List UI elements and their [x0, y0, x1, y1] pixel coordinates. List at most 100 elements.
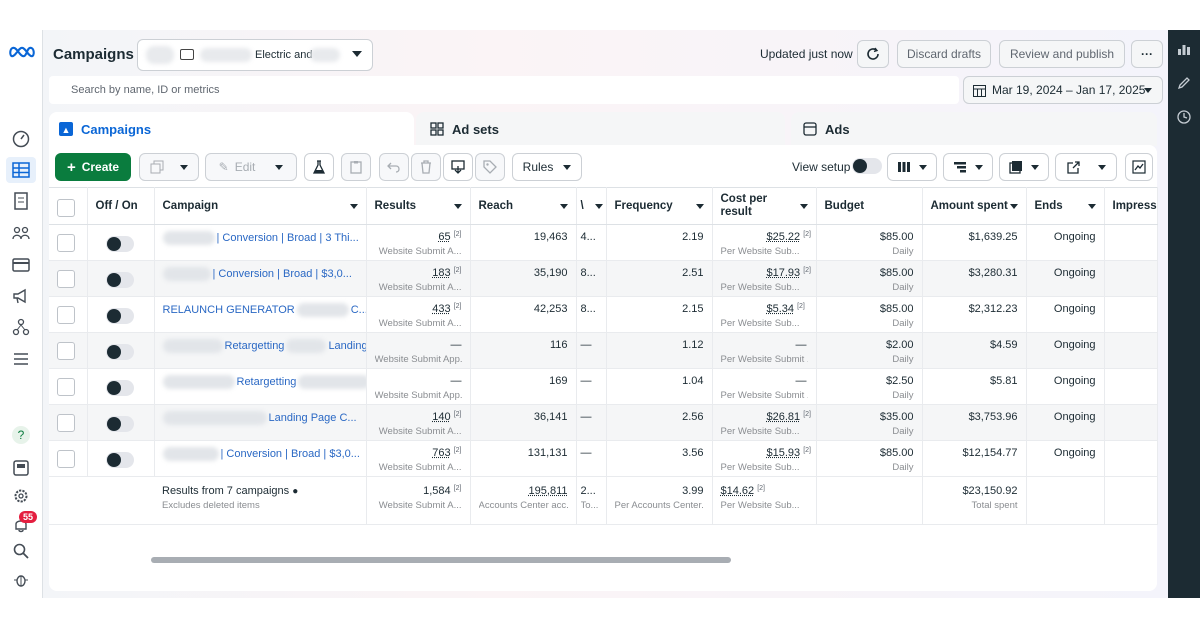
table-row[interactable]: | Conversion | Broad | 3 Thi... 65 [2] Web… [49, 224, 1158, 261]
campaign-name-cell[interactable]: RetargettingLandin... [154, 368, 367, 405]
campaign-toggle[interactable] [105, 236, 134, 252]
budget-sub: Daily [892, 354, 914, 365]
tag-button[interactable] [475, 153, 505, 181]
spent-cell: $5.81 [922, 368, 1027, 405]
audiences-icon[interactable] [10, 222, 32, 244]
campaign-toggle[interactable] [105, 308, 134, 324]
col-budget[interactable]: Budget [816, 187, 923, 225]
campaign-toggle[interactable] [105, 380, 134, 396]
campaign-toggle[interactable] [105, 272, 134, 288]
columns-button[interactable] [887, 153, 937, 181]
tab-ad-sets[interactable]: Ad sets [416, 112, 785, 146]
info-icon[interactable]: ● [292, 486, 298, 497]
share-button[interactable] [1055, 153, 1117, 181]
campaign-name-cell[interactable]: RELAUNCH GENERATOR C... [154, 296, 367, 333]
campaign-name-cell[interactable]: Retargetting Landing Page... [154, 332, 367, 369]
view-setup-toggle[interactable] [852, 158, 882, 174]
col-campaign[interactable]: Campaign [154, 187, 367, 225]
menu-icon[interactable] [10, 348, 32, 370]
tab-campaigns[interactable]: ▲ Campaigns [49, 112, 414, 146]
row-checkbox[interactable] [57, 306, 75, 324]
row-checkbox[interactable] [57, 234, 75, 252]
campaign-toggle[interactable] [105, 452, 134, 468]
clipboard-button[interactable] [341, 153, 371, 181]
account-selector[interactable]: Electric and [137, 39, 373, 71]
ab-test-button[interactable] [304, 153, 334, 181]
campaign-toggle[interactable] [105, 344, 134, 360]
table-row[interactable]: Retargetting Landing Page... — Website Subm… [49, 332, 1158, 369]
impressions-cell [1104, 296, 1158, 333]
refresh-button[interactable] [857, 40, 889, 68]
create-button[interactable]: + Create [55, 153, 131, 181]
discard-drafts-button[interactable]: Discard drafts [897, 40, 991, 68]
bug-report-icon[interactable] [10, 569, 32, 591]
col-narrow[interactable]: \ [576, 187, 607, 225]
campaign-name-cell[interactable]: | Conversion | Broad | 3 Thi... [154, 224, 367, 261]
campaigns-table-icon[interactable] [6, 157, 36, 183]
horizontal-scrollbar[interactable] [151, 557, 731, 563]
table-row[interactable]: Landing Page C... 140 [2] Website Submit A… [49, 404, 1158, 441]
table-row[interactable]: RetargettingLandin... — Website Submit App… [49, 368, 1158, 405]
campaign-name-link[interactable]: Landing Page C... [269, 412, 357, 424]
campaign-name-tail[interactable]: Landing Page... [328, 340, 365, 352]
col-cost-per-result[interactable]: Cost per result [712, 187, 817, 225]
breakdown-button[interactable] [943, 153, 993, 181]
dashboard-gauge-icon[interactable] [10, 128, 32, 150]
campaign-name-link[interactable]: | Conversion | Broad | $3,0... [221, 448, 360, 460]
edit-button[interactable]: ✎ Edit [205, 153, 297, 181]
campaign-name-link[interactable]: Retargetting [237, 376, 297, 388]
col-results[interactable]: Results [366, 187, 471, 225]
reports-button[interactable] [999, 153, 1049, 181]
date-range-picker[interactable]: Mar 19, 2024 – Jan 17, 2025 [963, 76, 1163, 104]
campaign-name-link[interactable]: RELAUNCH GENERATOR [163, 304, 295, 316]
select-all-checkbox[interactable] [57, 198, 75, 217]
history-clock-icon[interactable] [1176, 110, 1192, 126]
col-reach[interactable]: Reach [470, 187, 577, 225]
campaign-toggle[interactable] [105, 416, 134, 432]
chart-button[interactable] [1125, 153, 1153, 181]
delete-button[interactable] [411, 153, 441, 181]
campaign-name-cell[interactable]: | Conversion | Broad | $3,0... [154, 260, 367, 297]
megaphone-icon[interactable] [10, 285, 32, 307]
campaign-name-link[interactable]: | Conversion | Broad | 3 Thi... [217, 232, 359, 244]
table-row[interactable]: RELAUNCH GENERATOR C... 433 [2] Website Sub… [49, 296, 1158, 333]
settings-gear-icon[interactable] [10, 485, 32, 507]
chevron-down-icon [919, 164, 927, 170]
col-impressions[interactable]: Impressio [1104, 187, 1158, 225]
help-icon[interactable]: ? [10, 424, 32, 446]
row-checkbox[interactable] [57, 414, 75, 432]
pages-icon[interactable] [10, 190, 32, 212]
ends-value: Ongoing [1053, 447, 1096, 459]
campaign-name-link[interactable]: Retargetting [225, 340, 285, 352]
col-ends[interactable]: Ends [1026, 187, 1105, 225]
bar-chart-icon[interactable] [1176, 42, 1192, 58]
totals-frequency: 3.99 Per Accounts Center... [606, 476, 713, 525]
col-frequency[interactable]: Frequency [606, 187, 713, 225]
integrations-icon[interactable] [10, 316, 32, 338]
undo-button[interactable] [379, 153, 409, 181]
rules-button[interactable]: Rules [512, 153, 582, 181]
spent-value: $3,280.31 [968, 267, 1018, 279]
search-input[interactable] [49, 76, 929, 104]
campaign-name-cell[interactable]: | Conversion | Broad | $3,0... [154, 440, 367, 477]
table-row[interactable]: | Conversion | Broad | $3,0... 183 [2] Web… [49, 260, 1158, 297]
duplicate-button[interactable] [139, 153, 199, 181]
col-amount-spent[interactable]: Amount spent [922, 187, 1027, 225]
billing-card-icon[interactable] [10, 254, 32, 276]
review-publish-button[interactable]: Review and publish [999, 40, 1125, 68]
row-checkbox[interactable] [57, 378, 75, 396]
meta-logo-icon[interactable] [8, 42, 36, 62]
campaign-name-link[interactable]: | Conversion | Broad | $3,0... [213, 268, 352, 280]
tab-ads[interactable]: Ads [791, 112, 1157, 146]
more-options-button[interactable]: ··· [1131, 40, 1163, 68]
pencil-icon[interactable] [1176, 76, 1192, 92]
row-checkbox[interactable] [57, 450, 75, 468]
table-row[interactable]: | Conversion | Broad | $3,0... 763 [2] Web… [49, 440, 1158, 477]
export-button[interactable] [443, 153, 473, 181]
row-checkbox[interactable] [57, 270, 75, 288]
row-checkbox[interactable] [57, 342, 75, 360]
campaign-name-tail[interactable]: C... [351, 304, 365, 316]
search-icon[interactable] [10, 540, 32, 562]
campaign-name-cell[interactable]: Landing Page C... [154, 404, 367, 441]
reports-icon[interactable] [10, 457, 32, 479]
